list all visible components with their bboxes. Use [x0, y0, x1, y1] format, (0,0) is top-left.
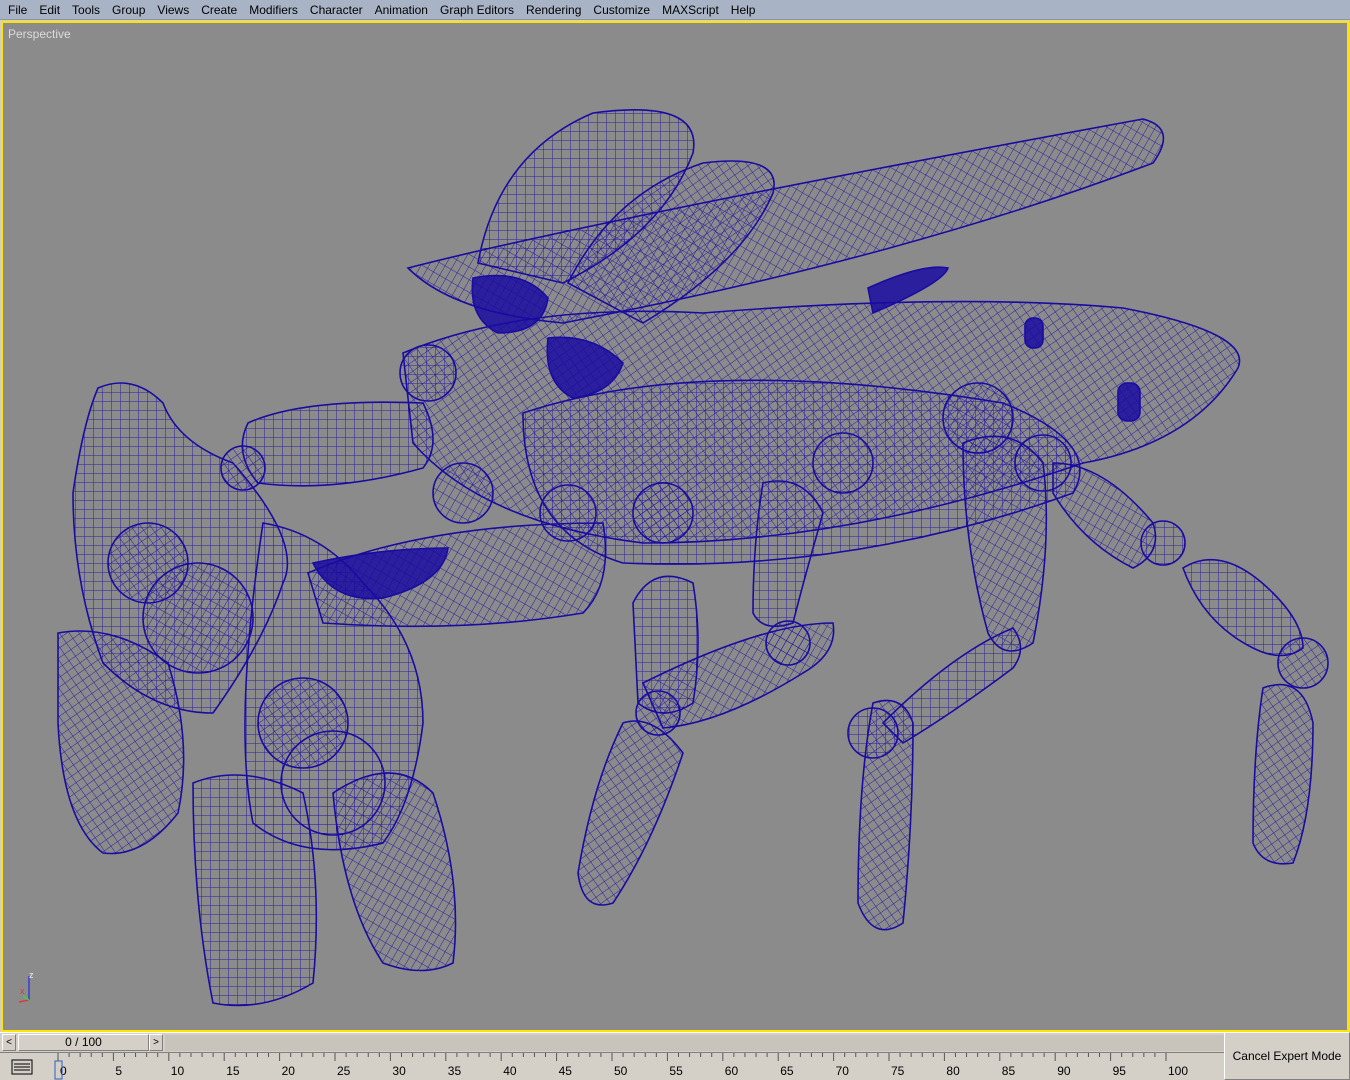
trackbar-tick-label: 55 — [669, 1064, 683, 1078]
trackbar-tick-label: 100 — [1168, 1064, 1188, 1078]
axis-z-label: z — [29, 970, 34, 980]
trackbar-tick-label: 70 — [836, 1064, 850, 1078]
viewport-label[interactable]: Perspective — [8, 27, 71, 41]
cancel-expert-mode-button[interactable]: Cancel Expert Mode — [1224, 1032, 1350, 1080]
menu-customize[interactable]: Customize — [587, 0, 656, 20]
wireframe-model[interactable] — [3, 23, 1347, 1030]
menu-bar: File Edit Tools Group Views Create Modif… — [0, 0, 1350, 20]
trackbar-tick-label: 20 — [282, 1064, 296, 1078]
trackbar-tick-label: 0 — [60, 1064, 67, 1078]
trackbar-tick-label: 30 — [392, 1064, 406, 1078]
trackbar-tick-label: 80 — [946, 1064, 960, 1078]
trackbar-tick-label: 50 — [614, 1064, 628, 1078]
menu-rendering[interactable]: Rendering — [520, 0, 587, 20]
menu-edit[interactable]: Edit — [33, 0, 66, 20]
menu-modifiers[interactable]: Modifiers — [243, 0, 304, 20]
trackbar-tick-label: 45 — [559, 1064, 573, 1078]
time-slider-prev-button[interactable]: < — [2, 1034, 16, 1051]
trackbar-tick-label: 25 — [337, 1064, 351, 1078]
axis-tripod-icon: z x — [18, 970, 34, 1003]
trackbar-tick-label: 95 — [1113, 1064, 1127, 1078]
axis-x-label: x — [20, 986, 25, 996]
curve-editor-icon[interactable] — [10, 1057, 34, 1077]
trackbar-tick-label: 65 — [780, 1064, 794, 1078]
trackbar-tick-label: 85 — [1002, 1064, 1016, 1078]
time-slider-thumb[interactable]: 0 / 100 — [18, 1034, 149, 1051]
menu-animation[interactable]: Animation — [369, 0, 434, 20]
menu-help[interactable]: Help — [725, 0, 762, 20]
trackbar-tick-label: 10 — [171, 1064, 185, 1078]
trackbar-ticks: 0 5 10 15 20 25 30 35 40 45 50 55 60 65 70 75 80 85 90 95 10… — [54, 1053, 1188, 1080]
trackbar-tick-label: 35 — [448, 1064, 462, 1078]
trackbar-tick-label: 15 — [226, 1064, 240, 1078]
trackbar-ruler[interactable]: 0 5 10 15 20 25 30 35 40 45 50 55 60 65 70 75 80 85 90 95 10… — [52, 1053, 1222, 1080]
menu-tools[interactable]: Tools — [66, 0, 106, 20]
trackbar-tick-label: 60 — [725, 1064, 739, 1078]
menu-character[interactable]: Character — [304, 0, 369, 20]
menu-file[interactable]: File — [2, 0, 33, 20]
menu-graph-editors[interactable]: Graph Editors — [434, 0, 520, 20]
menu-group[interactable]: Group — [106, 0, 151, 20]
perspective-viewport[interactable]: Perspective z x — [1, 21, 1349, 1032]
trackbar-tick-label: 5 — [115, 1064, 122, 1078]
menu-maxscript[interactable]: MAXScript — [656, 0, 725, 20]
trackbar-tick-label: 40 — [503, 1064, 517, 1078]
time-slider-track[interactable] — [165, 1035, 1345, 1051]
trackbar-tick-label: 90 — [1057, 1064, 1071, 1078]
menu-create[interactable]: Create — [195, 0, 243, 20]
time-slider-next-button[interactable]: > — [149, 1034, 163, 1051]
trackbar-tick-label: 75 — [891, 1064, 905, 1078]
menu-views[interactable]: Views — [151, 0, 195, 20]
time-slider[interactable]: < 0 / 100 > — [0, 1032, 1350, 1052]
trackbar[interactable]: 0 5 10 15 20 25 30 35 40 45 50 55 60 65 70 75 80 85 90 95 10… — [0, 1052, 1350, 1080]
